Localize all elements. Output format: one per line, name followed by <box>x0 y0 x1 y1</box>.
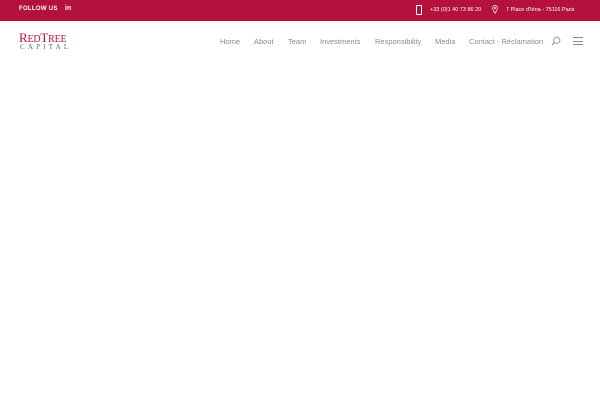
nav-home[interactable]: Home <box>220 37 240 46</box>
address-text: 7 Place d'Iéna - 75116 Paris <box>506 7 575 13</box>
nav-contact[interactable]: Contact - Réclamation <box>469 37 543 46</box>
nav-team[interactable]: Team <box>288 37 306 46</box>
phone-number[interactable]: +33 (0)1 40 73 86 20 <box>430 7 481 13</box>
nav-media[interactable]: Media <box>435 37 455 46</box>
nav-investments[interactable]: Investments <box>320 37 360 46</box>
logo[interactable]: REDTREE CAPITAL <box>19 30 75 54</box>
nav-about[interactable]: About <box>254 37 274 46</box>
linkedin-icon[interactable]: in <box>65 5 71 12</box>
logo-subtitle: CAPITAL <box>20 43 72 51</box>
hamburger-menu-icon[interactable] <box>573 37 583 45</box>
location-pin-icon <box>492 5 498 14</box>
top-bar: FOLLOW US in +33 (0)1 40 73 86 20 7 Plac… <box>0 0 600 21</box>
follow-us-label: FOLLOW US <box>19 6 58 12</box>
search-icon[interactable] <box>551 36 561 46</box>
phone-icon <box>416 5 422 15</box>
nav-responsibility[interactable]: Responsibility <box>375 37 421 46</box>
